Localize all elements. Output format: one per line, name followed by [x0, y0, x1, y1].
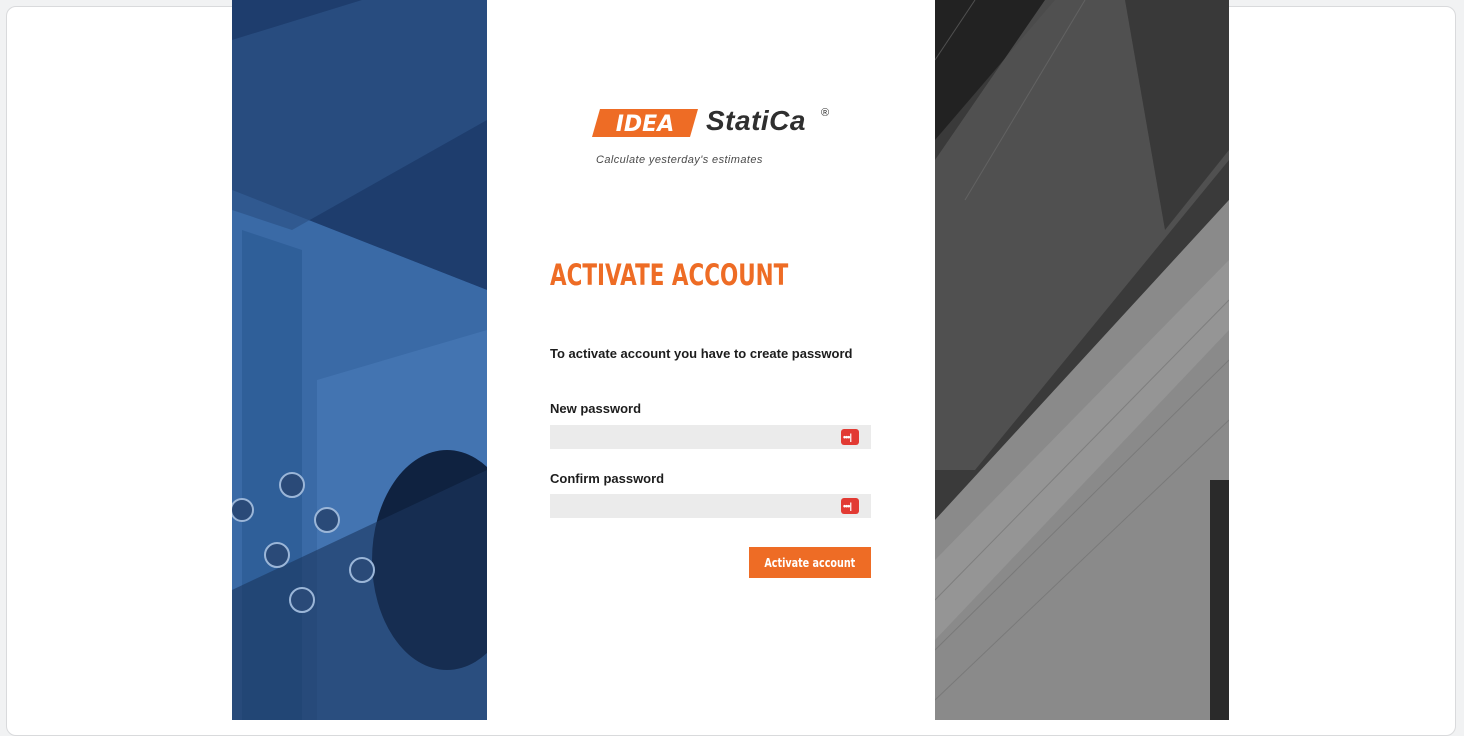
- activate-account-button[interactable]: Activate account: [749, 547, 871, 578]
- steel-connection-graphic: [232, 0, 487, 720]
- activate-account-button-label: Activate account: [764, 555, 856, 570]
- confirm-password-input[interactable]: [550, 494, 846, 518]
- logo-wordmark: StatiCa: [706, 105, 806, 136]
- confirm-password-field: •••|: [550, 494, 871, 518]
- password-manager-icon[interactable]: •••|: [841, 429, 859, 445]
- idea-statica-logo: IDEA StatiCa ® Calculate yesterday's est…: [592, 105, 852, 167]
- concrete-structure-graphic: [935, 0, 1229, 720]
- tagline: Calculate yesterday's estimates: [596, 154, 763, 166]
- steel-connection-image: [232, 0, 487, 720]
- activation-panel: IDEA StatiCa ® Calculate yesterday's est…: [487, 0, 935, 720]
- concrete-structure-image: [935, 0, 1229, 720]
- registered-mark: ®: [821, 107, 830, 119]
- confirm-password-label: Confirm password: [550, 471, 665, 486]
- logo-mark-text: IDEA: [616, 112, 675, 137]
- idea-logo-mark: IDEA: [592, 109, 698, 137]
- activation-instructions: To activate account you have to create p…: [550, 346, 853, 361]
- new-password-field: •••|: [550, 425, 871, 449]
- page-title: ACTIVATE ACCOUNT: [550, 258, 789, 292]
- password-manager-icon[interactable]: •••|: [841, 498, 859, 514]
- new-password-input[interactable]: [550, 425, 846, 449]
- new-password-label: New password: [550, 401, 642, 416]
- page: IDEA StatiCa ® Calculate yesterday's est…: [0, 0, 1464, 720]
